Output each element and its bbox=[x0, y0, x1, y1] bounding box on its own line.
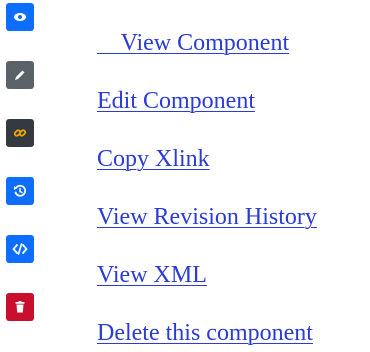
pencil-icon bbox=[15, 70, 25, 80]
action-view-xml: View XML bbox=[0, 232, 370, 290]
view-revision-history-button[interactable] bbox=[6, 177, 34, 205]
history-icon bbox=[14, 184, 27, 197]
view-xml-link[interactable]: View XML bbox=[97, 260, 207, 290]
view-component-link[interactable]: View Component bbox=[97, 28, 290, 58]
edit-component-link[interactable]: Edit Component bbox=[97, 86, 255, 116]
action-copy-xlink: Copy Xlink bbox=[0, 116, 370, 174]
action-edit-component: Edit Component bbox=[0, 58, 370, 116]
trash-icon bbox=[15, 301, 25, 313]
edit-component-button[interactable] bbox=[6, 61, 34, 89]
view-xml-button[interactable] bbox=[6, 235, 34, 263]
action-view-component: View Component bbox=[0, 0, 370, 58]
view-component-button[interactable] bbox=[6, 3, 34, 31]
action-delete-component: Delete this component bbox=[0, 290, 370, 348]
action-view-revision-history: View Revision History bbox=[0, 174, 370, 232]
copy-xlink-link[interactable]: Copy Xlink bbox=[97, 144, 210, 174]
code-icon bbox=[12, 243, 28, 255]
link-icon bbox=[13, 129, 27, 137]
component-actions-menu: View Component Edit Component Copy Xlink bbox=[0, 0, 370, 352]
eye-icon bbox=[14, 13, 26, 21]
delete-component-button[interactable] bbox=[6, 293, 34, 321]
view-revision-history-link[interactable]: View Revision History bbox=[97, 202, 317, 232]
copy-xlink-button[interactable] bbox=[6, 119, 34, 147]
delete-component-link[interactable]: Delete this component bbox=[97, 318, 313, 348]
